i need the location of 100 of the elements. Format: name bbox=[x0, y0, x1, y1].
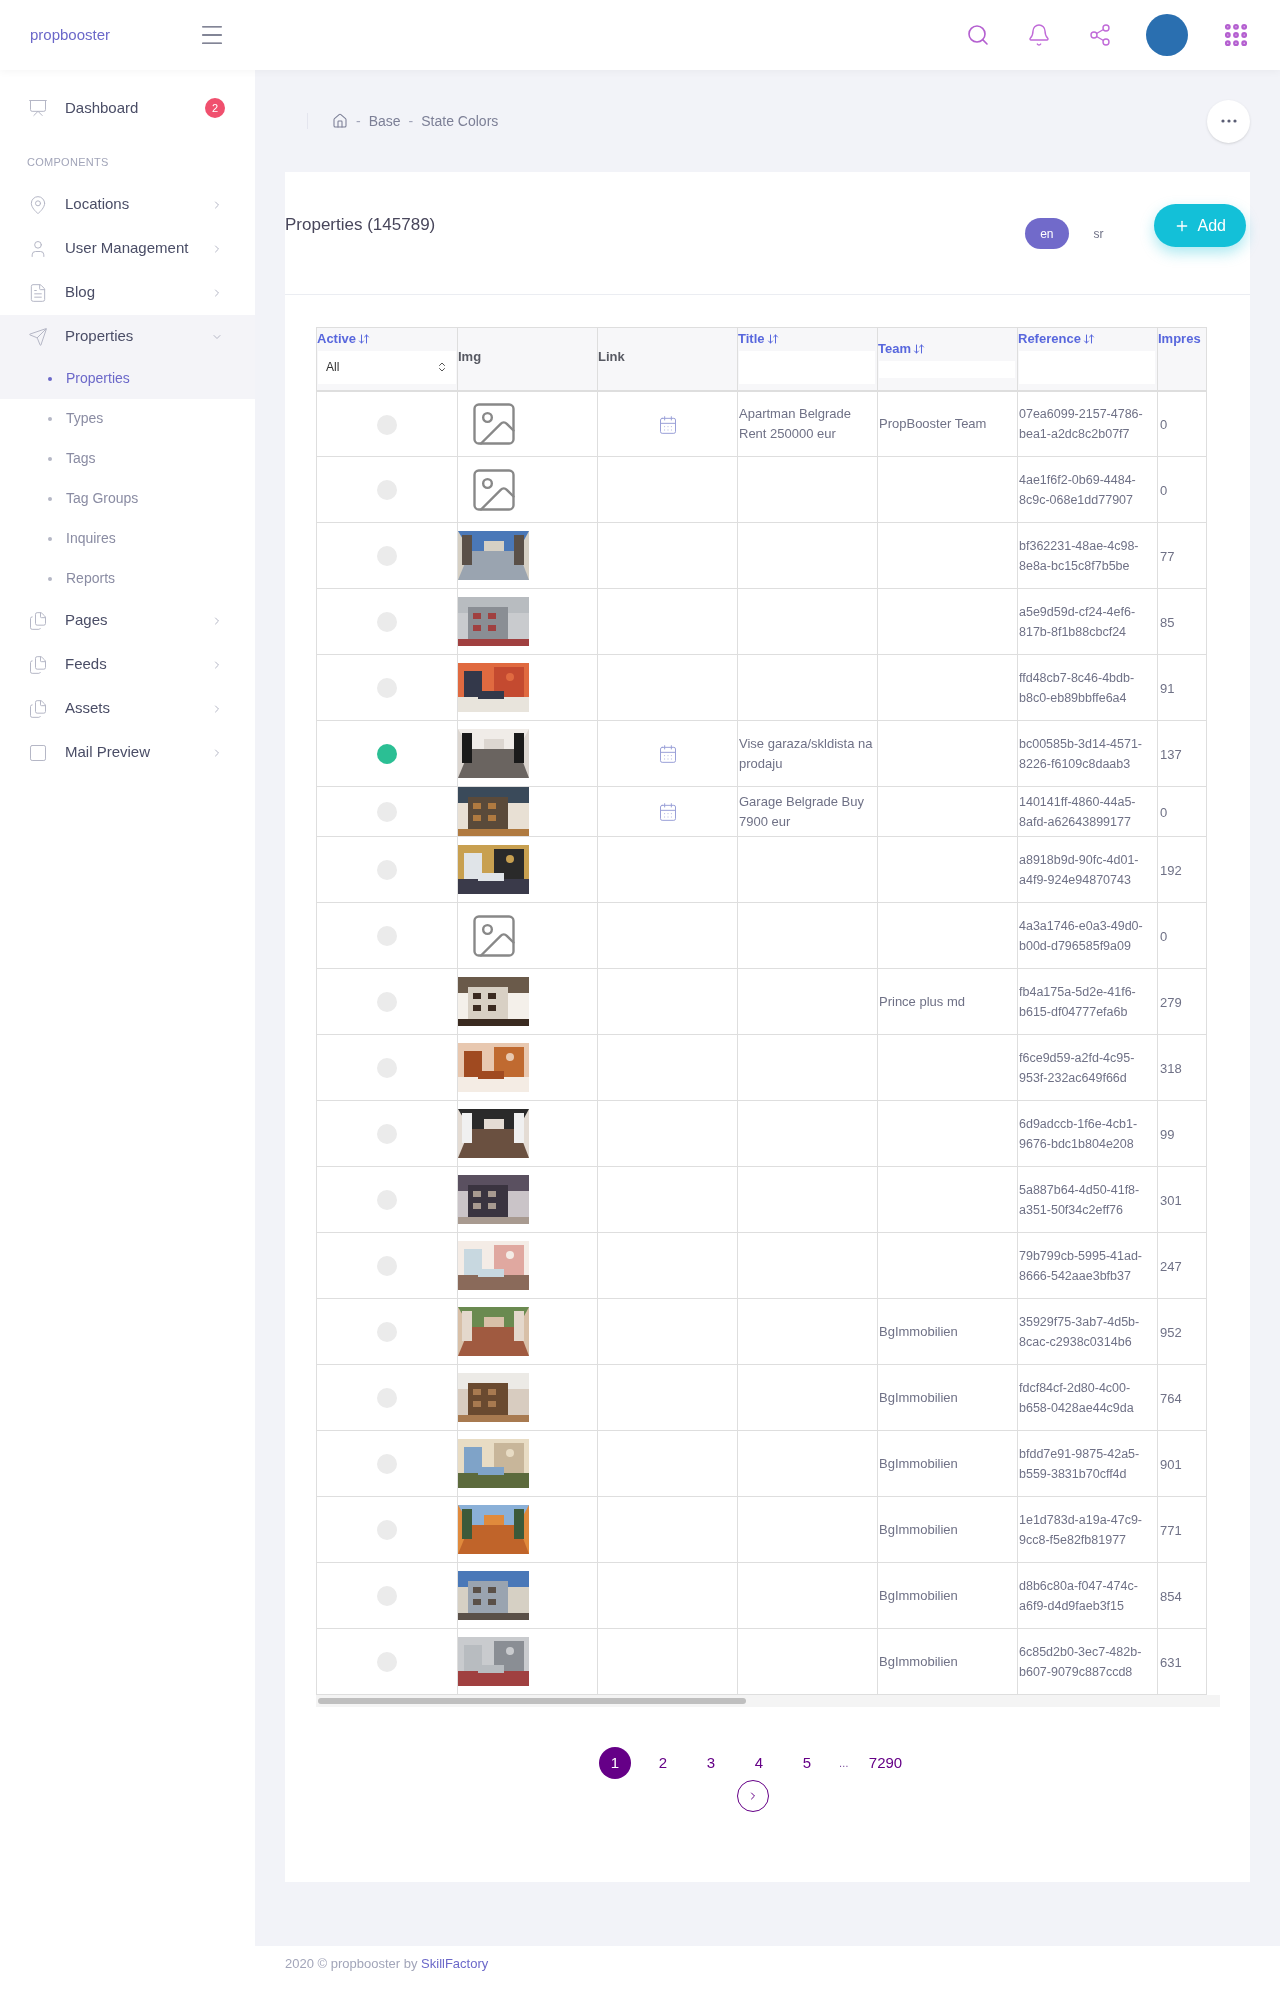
table-cell-text: 1e1d783d-a19a-47c9-9cc8-f5e82fb81977 bbox=[1019, 1511, 1144, 1549]
documents-icon bbox=[28, 654, 48, 675]
more-button[interactable] bbox=[1207, 99, 1250, 143]
table-cell-text: BgImmobilien bbox=[879, 1454, 959, 1473]
table-cell-text: BgImmobilien bbox=[879, 1322, 959, 1341]
column-header[interactable]: Title bbox=[738, 329, 765, 349]
bullet-icon bbox=[48, 376, 52, 381]
filter-input[interactable] bbox=[739, 350, 875, 384]
table-cell: 764 bbox=[1160, 1390, 1182, 1406]
sort-icon[interactable] bbox=[766, 332, 779, 345]
table-cell: 137 bbox=[1160, 746, 1182, 762]
column-header: Impres bbox=[1158, 330, 1201, 348]
apps-grid-icon[interactable] bbox=[1222, 21, 1250, 49]
footer-link[interactable]: SkillFactory bbox=[421, 1956, 489, 1971]
sidebar-item[interactable]: User Management bbox=[0, 226, 255, 271]
map-pin-icon bbox=[28, 194, 48, 215]
table-cell-text: BgImmobilien bbox=[879, 1586, 959, 1605]
calendar-icon[interactable] bbox=[657, 744, 678, 765]
sidebar-label: Tag Groups bbox=[66, 489, 139, 508]
sidebar-item[interactable]: Feeds bbox=[0, 642, 255, 687]
page-button[interactable]: 3 bbox=[694, 1747, 727, 1779]
page-button[interactable]: 7290 bbox=[864, 1747, 907, 1779]
table-cell-text: a8918b9d-90fc-4d01-a4f9-924e94870743 bbox=[1019, 851, 1140, 889]
table-cell: 0 bbox=[1160, 416, 1168, 432]
presentation-icon bbox=[28, 98, 48, 118]
table-cell-text: 35929f75-3ab7-4d5b-8cac-c2938c0314b6 bbox=[1019, 1313, 1141, 1351]
bell-icon[interactable] bbox=[1027, 23, 1051, 47]
sidebar-item[interactable]: Mail Preview bbox=[0, 730, 255, 775]
table-cell-text: f6ce9d59-a2fd-4c95-953f-232ac649f66d bbox=[1019, 1049, 1136, 1087]
table-cell-text: 4ae1f6f2-0b69-4484-8c9c-068e1dd77907 bbox=[1019, 471, 1137, 509]
column-header: Link bbox=[598, 348, 625, 366]
home-icon[interactable] bbox=[332, 113, 348, 129]
scrollbar-thumb[interactable] bbox=[318, 1698, 746, 1704]
footer-text: 2020 © propbooster by bbox=[285, 1956, 419, 1971]
table-cell-text: 140141ff-4860-44a5-8afd-a62643899177 bbox=[1019, 793, 1137, 831]
sidebar-label: Types bbox=[66, 409, 104, 428]
table-cell-text: Prince plus md bbox=[879, 992, 966, 1011]
sidebar-subitem[interactable]: Properties bbox=[0, 358, 255, 399]
sidebar-item[interactable]: Locations bbox=[0, 182, 255, 227]
table-cell: 247 bbox=[1160, 1258, 1182, 1274]
calendar-icon[interactable] bbox=[657, 802, 678, 823]
page-button[interactable]: 1 bbox=[598, 1747, 631, 1779]
language-toggle[interactable]: sr bbox=[1078, 218, 1119, 249]
search-icon[interactable] bbox=[966, 23, 990, 47]
table-cell-text: bf362231-48ae-4c98-8e8a-bc15c8f7b5be bbox=[1019, 537, 1140, 575]
table-cell: 91 bbox=[1160, 680, 1175, 696]
page-button[interactable]: 5 bbox=[790, 1747, 823, 1779]
document-icon bbox=[28, 282, 48, 303]
breadcrumb-separator: - bbox=[356, 111, 361, 131]
breadcrumb-link[interactable]: State Colors bbox=[421, 110, 499, 132]
sidebar-label: User Management bbox=[65, 238, 190, 259]
sidebar-item[interactable]: Pages bbox=[0, 598, 255, 643]
table-cell-text: BgImmobilien bbox=[879, 1388, 959, 1407]
table-cell-text: Garage Belgrade Buy 7900 eur bbox=[739, 792, 866, 831]
breadcrumb-link[interactable]: Base bbox=[368, 110, 401, 132]
bullet-icon bbox=[48, 456, 52, 461]
paper-plane-icon bbox=[28, 326, 48, 347]
filter-input[interactable] bbox=[1019, 350, 1155, 384]
avatar[interactable] bbox=[1146, 14, 1188, 56]
sidebar-label: Properties bbox=[66, 369, 130, 388]
page-button[interactable]: 2 bbox=[646, 1747, 679, 1779]
sidebar-item[interactable]: Dashboard 2 bbox=[0, 86, 255, 130]
bullet-icon bbox=[48, 576, 52, 581]
sort-icon[interactable] bbox=[913, 342, 925, 355]
sort-icon[interactable] bbox=[1082, 332, 1095, 345]
sidebar-label: Blog bbox=[65, 282, 97, 303]
bullet-icon bbox=[48, 416, 52, 421]
sidebar-label: Pages bbox=[65, 610, 109, 631]
bullet-icon bbox=[48, 536, 52, 541]
column-header: Img bbox=[458, 348, 482, 366]
column-header[interactable]: Active bbox=[317, 329, 357, 349]
table-cell: 0 bbox=[1160, 928, 1168, 944]
column-header[interactable]: Reference bbox=[1018, 329, 1081, 349]
sidebar-item[interactable]: Blog bbox=[0, 270, 255, 315]
table-cell: 77 bbox=[1160, 548, 1175, 564]
sidebar-label: Dashboard bbox=[65, 97, 140, 118]
documents-icon bbox=[28, 610, 48, 631]
column-header[interactable]: Team bbox=[878, 339, 911, 359]
table-cell-text: 4a3a1746-e0a3-49d0-b00d-d796585f9a09 bbox=[1019, 917, 1144, 955]
table-cell-text: Vise garaza/skldista na prodaju bbox=[739, 734, 874, 773]
square-icon bbox=[28, 742, 48, 763]
scrollbar[interactable] bbox=[316, 1695, 1220, 1707]
calendar-icon[interactable] bbox=[657, 414, 678, 435]
sidebar-item[interactable]: Assets bbox=[0, 686, 255, 731]
table-cell-text: PropBooster Team bbox=[879, 414, 988, 433]
table-cell: 318 bbox=[1160, 1060, 1182, 1076]
table-cell: 854 bbox=[1160, 1588, 1182, 1604]
page-button[interactable]: 4 bbox=[742, 1747, 775, 1779]
table-cell-text: a5e9d59d-cf24-4ef6-817b-8f1b88cbcf24 bbox=[1019, 603, 1137, 641]
sort-icon[interactable] bbox=[358, 332, 371, 345]
table-cell: 99 bbox=[1160, 1126, 1175, 1142]
table-cell: 631 bbox=[1160, 1654, 1182, 1670]
table-cell-text: ffd48cb7-8c46-4bdb-b8c0-eb89bbffe6a4 bbox=[1019, 669, 1136, 707]
card-title: Properties (145789) bbox=[285, 214, 436, 236]
table-cell-text: Apartman Belgrade Rent 250000 eur bbox=[739, 404, 852, 443]
share-icon[interactable] bbox=[1088, 23, 1112, 47]
table-cell: 901 bbox=[1160, 1456, 1182, 1472]
sidebar-label: Mail Preview bbox=[65, 742, 152, 763]
table-cell-text: 6c85d2b0-3ec7-482b-b607-9079c887ccd8 bbox=[1019, 1643, 1143, 1681]
language-toggle[interactable]: en bbox=[1025, 218, 1069, 249]
